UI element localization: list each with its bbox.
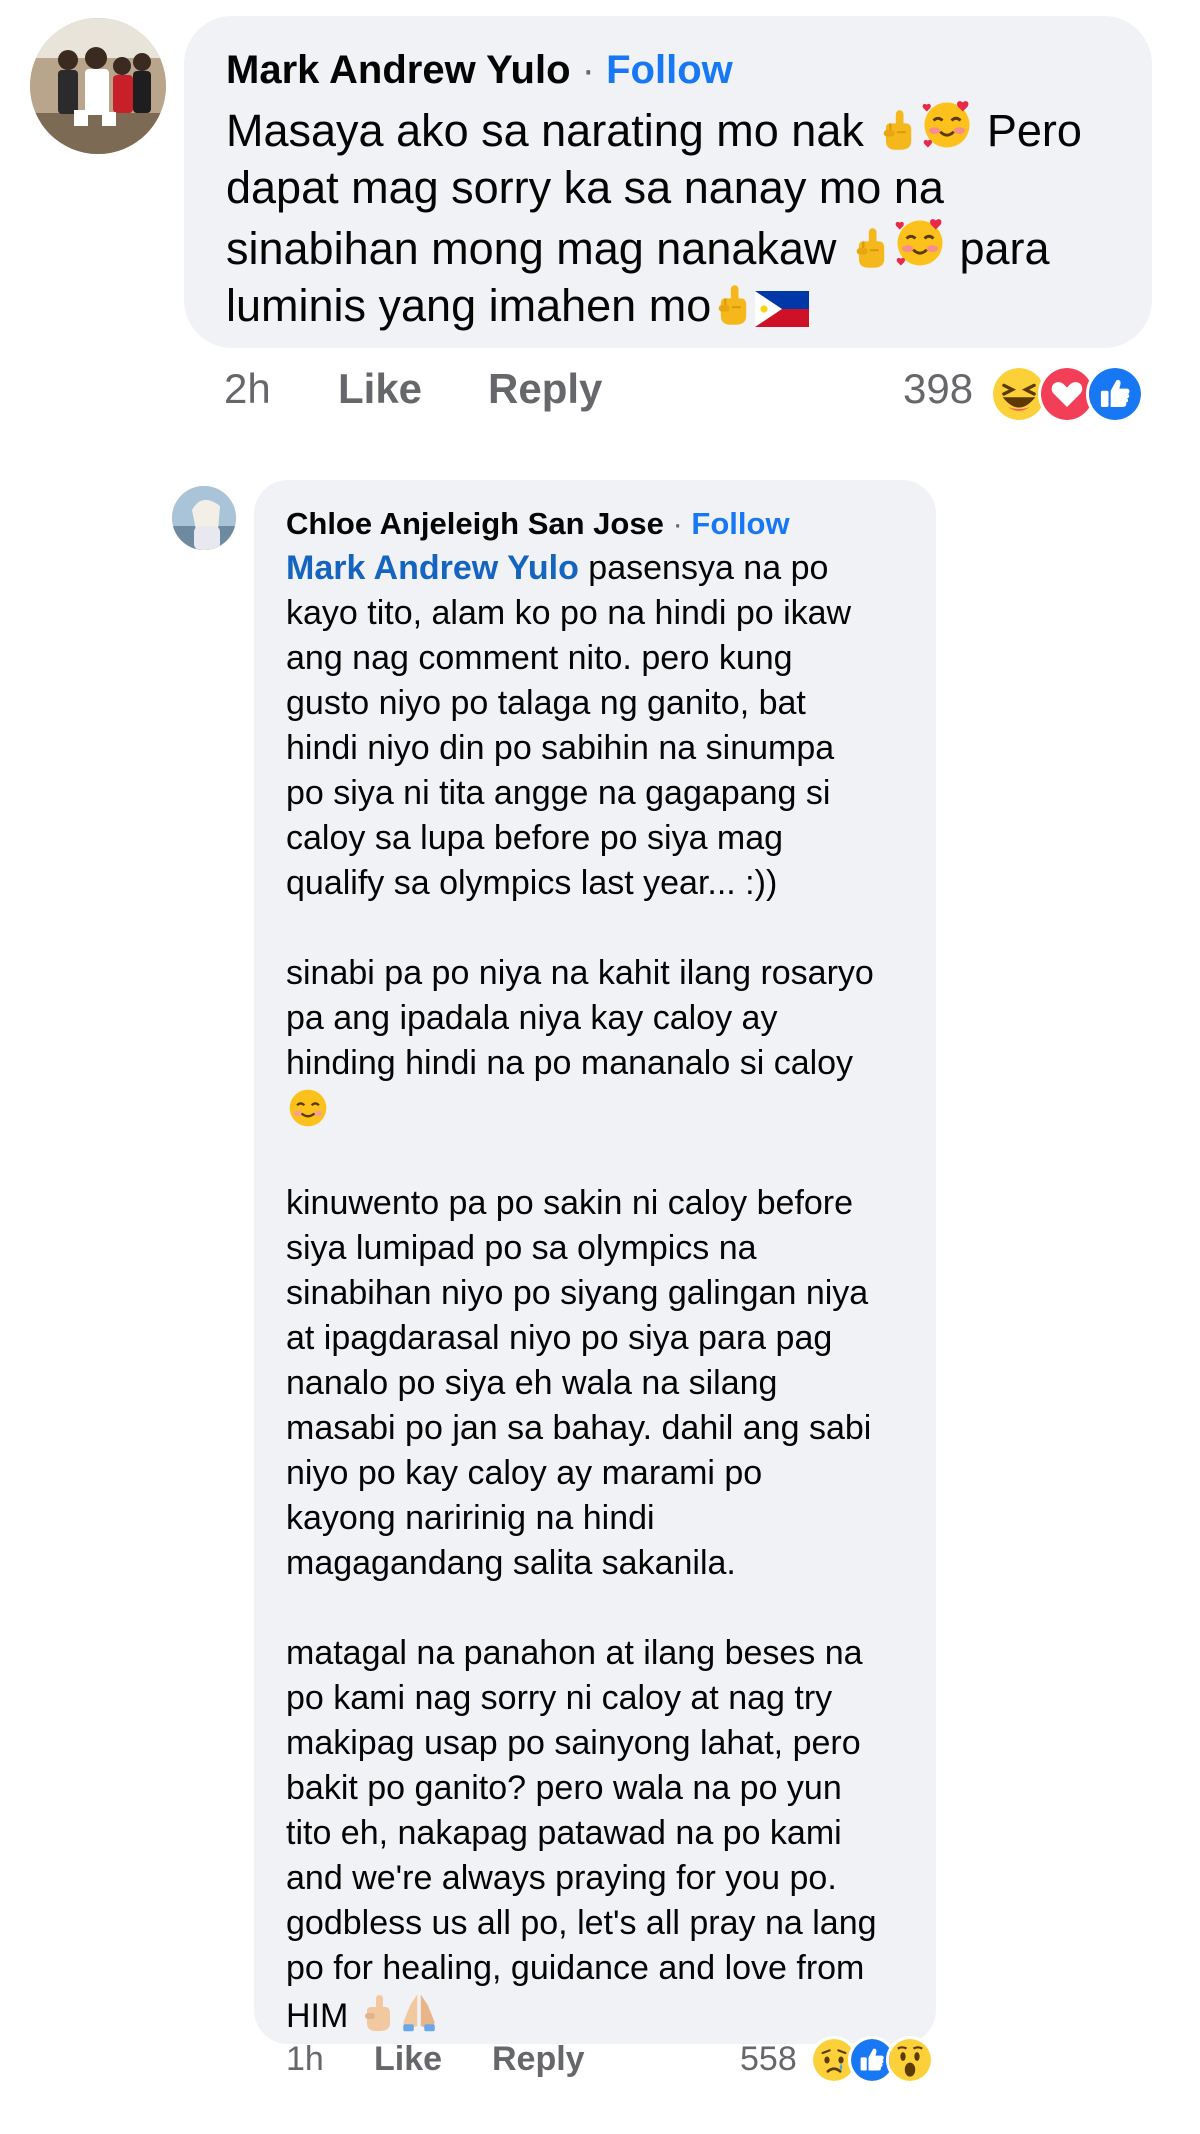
comment-bubble-mark: Mark Andrew Yulo · Follow Masaya ako sa … xyxy=(184,16,1152,348)
author-name[interactable]: Mark Andrew Yulo xyxy=(226,48,571,92)
hand-point-up-icon xyxy=(358,1993,398,2033)
reaction-icons[interactable] xyxy=(810,2036,934,2084)
comment-text: Mark Andrew Yulo pasensya na po kayo tit… xyxy=(286,546,904,2039)
comment-line: magagandang salita sakanila. xyxy=(286,1544,736,1582)
comment-line: bakit po ganito? pero wala na po yun xyxy=(286,1769,842,1807)
reply-button[interactable]: Reply xyxy=(492,2040,585,2079)
author-name[interactable]: Chloe Anjeleigh San Jose xyxy=(286,506,664,541)
folded-hands-icon xyxy=(398,1991,440,2033)
separator-dot: · xyxy=(672,506,683,541)
comment-line: po for healing, guidance and love from xyxy=(286,1949,865,1987)
reaction-count[interactable]: 398 xyxy=(903,365,973,413)
comment-line: pa ang ipadala niya kay caloy ay xyxy=(286,999,778,1037)
comment-line: Masaya ako sa narating mo nak xyxy=(226,105,864,156)
comment-line: sinabihan niyo po siyang galingan niya xyxy=(286,1274,869,1312)
hand-point-up-icon xyxy=(849,226,893,270)
comment-line: kinuwento pa po sakin ni caloy before xyxy=(286,1184,854,1222)
comment-line: HIM xyxy=(286,1997,349,2035)
paragraph-1: Mark Andrew Yulo pasensya na po kayo tit… xyxy=(286,546,904,906)
paragraph-2: sinabi pa po niya na kahit ilang rosaryo… xyxy=(286,951,904,1136)
comment-line: ang nag comment nito. pero kung xyxy=(286,639,793,677)
comment-line: siya lumipad po sa olympics na xyxy=(286,1229,757,1267)
paragraph-4: matagal na panahon at ilang beses na po … xyxy=(286,1631,904,2039)
comment-line: dapat mag sorry ka sa nanay mo na xyxy=(226,162,944,213)
comment-line: sinabi pa po niya na kahit ilang rosaryo xyxy=(286,954,874,992)
follow-button[interactable]: Follow xyxy=(606,48,733,92)
comment-line: caloy sa lupa before po siya mag xyxy=(286,819,784,857)
comment-line: at ipagdarasal niyo po siya para pag xyxy=(286,1319,833,1357)
comment-line: hindi niyo din po sabihin na sinumpa xyxy=(286,729,835,767)
paragraph-3: kinuwento pa po sakin ni caloy before si… xyxy=(286,1181,904,1586)
comment-line: kayo tito, alam ko po na hindi po ikaw xyxy=(286,594,852,632)
comment-line: gusto niyo po talaga ng ganito, bat xyxy=(286,684,806,722)
comment-line: niyo po kay caloy ay marami po xyxy=(286,1454,763,1492)
comment-line: nanalo po siya eh wala na silang xyxy=(286,1364,778,1402)
hand-point-up-icon xyxy=(876,108,920,152)
comment-line: and we're always praying for you po. xyxy=(286,1859,837,1897)
comment-header: Chloe Anjeleigh San Jose · Follow xyxy=(286,504,904,544)
comment-line: kayong naririnig na hindi xyxy=(286,1499,655,1537)
comment-line: para xyxy=(959,223,1050,274)
timestamp[interactable]: 1h xyxy=(286,2040,324,2079)
reaction-icons[interactable] xyxy=(990,365,1144,423)
comment-line: tito eh, nakapag patawad na po kami xyxy=(286,1814,842,1852)
mention-link[interactable]: Mark Andrew Yulo xyxy=(286,549,579,587)
comment-line: po siya ni tita angge na gagapang si xyxy=(286,774,831,812)
comment-line: po kami nag sorry ni caloy at nag try xyxy=(286,1679,833,1717)
comment-line: luminis yang imahen mo xyxy=(226,280,712,331)
family-photo-icon xyxy=(30,18,166,154)
like-thumb-icon xyxy=(1086,365,1144,423)
avatar-chloe-anjeleigh-san-jose[interactable] xyxy=(172,486,236,550)
comment-header: Mark Andrew Yulo · Follow xyxy=(226,46,1110,94)
wow-emoji-icon xyxy=(886,2036,934,2084)
comment-line: matagal na panahon at ilang beses na xyxy=(286,1634,863,1672)
reaction-count[interactable]: 558 xyxy=(740,2040,797,2079)
smiling-face-with-hearts-icon xyxy=(893,216,947,270)
like-button[interactable]: Like xyxy=(338,365,422,413)
comment-line: makipag usap po sainyong lahat, pero xyxy=(286,1724,861,1762)
profile-photo-icon xyxy=(172,486,236,550)
avatar-mark-andrew-yulo[interactable] xyxy=(30,18,166,154)
comment-line: sinabihan mong mag nanakaw xyxy=(226,223,837,274)
comment-text: Masaya ako sa narating mo nak Pero dapat… xyxy=(226,98,1110,334)
comment-line: qualify sa olympics last year... :)) xyxy=(286,864,778,902)
separator-dot: · xyxy=(581,48,595,92)
comment-line: godbless us all po, let's all pray na la… xyxy=(286,1904,877,1942)
comment-line: masabi po jan sa bahay. dahil ang sabi xyxy=(286,1409,872,1447)
philippines-flag-icon xyxy=(755,291,809,327)
timestamp[interactable]: 2h xyxy=(224,365,271,413)
reply-button[interactable]: Reply xyxy=(488,365,602,413)
comment-bubble-chloe: Chloe Anjeleigh San Jose · Follow Mark A… xyxy=(254,480,936,2044)
comment-line: pasensya na po xyxy=(578,549,829,587)
follow-button[interactable]: Follow xyxy=(691,506,789,541)
smiling-face-icon xyxy=(286,1086,330,1130)
comment-line: hinding hindi na po mananalo si caloy xyxy=(286,1044,854,1082)
hand-point-up-icon xyxy=(711,283,755,327)
comment-line: Pero xyxy=(986,105,1082,156)
like-button[interactable]: Like xyxy=(374,2040,442,2079)
smiling-face-with-hearts-icon xyxy=(920,98,974,152)
